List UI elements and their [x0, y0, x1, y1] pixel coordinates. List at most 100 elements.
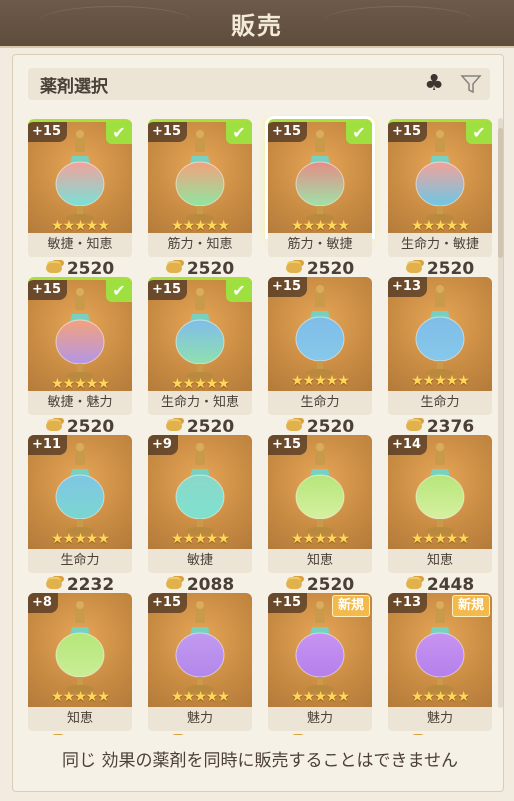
potion-card[interactable]: +15 ★★★★★ 魅力 2520 — [148, 593, 252, 735]
potion-level: +14 — [388, 435, 427, 455]
potion-art: +15 ★★★★★ — [148, 593, 252, 707]
star-rating: ★★★★★ — [291, 531, 350, 547]
price-value: 2448 — [426, 575, 475, 595]
potion-card[interactable]: +15 ✔ ★★★★★ 敏捷・魅力 2520 — [28, 277, 132, 437]
potion-level: +8 — [28, 593, 58, 613]
star-rating: ★★★★★ — [171, 689, 230, 705]
potion-art: +14 ★★★★★ — [388, 435, 492, 549]
potion-card[interactable]: +15 新規 ★★★★★ 魅力 2520 — [268, 593, 372, 735]
potion-art: +15 ★★★★★ — [268, 435, 372, 549]
potion-price: 2520 — [148, 417, 252, 437]
potion-card[interactable]: +13 新規 ★★★★★ 魅力 2376 — [388, 593, 492, 735]
coin-icon — [165, 263, 182, 273]
potion-card[interactable]: +15 ✔ ★★★★★ 筋力・知恵 2520 — [148, 119, 252, 279]
price-value: 2088 — [186, 575, 235, 595]
potion-art: +13 ★★★★★ — [388, 277, 492, 391]
club-icon[interactable]: ♣ — [424, 72, 444, 96]
scrollbar[interactable] — [498, 118, 503, 708]
price-value: 2520 — [307, 733, 354, 735]
coin-icon — [285, 579, 302, 589]
potion-effect-label: 知恵 — [268, 549, 372, 573]
potion-price: 2520 — [268, 575, 372, 595]
potion-effect-label: 敏捷 — [148, 549, 252, 573]
potion-price: 2448 — [388, 575, 492, 595]
coin-icon — [405, 421, 422, 431]
star-rating: ★★★★★ — [411, 531, 470, 547]
star-rating: ★★★★★ — [411, 218, 470, 234]
potion-card[interactable]: +15 ★★★★★ 生命力 2520 — [268, 277, 372, 437]
potion-art: +13 新規 ★★★★★ — [388, 593, 492, 707]
potion-art: +15 ★★★★★ — [268, 277, 372, 391]
new-badge: 新規 — [451, 595, 490, 617]
star-rating: ★★★★★ — [171, 218, 230, 234]
potion-level: +15 — [148, 122, 187, 142]
potion-effect-label: 生命力・敏捷 — [388, 233, 492, 257]
potion-card[interactable]: +15 ✔ ★★★★★ 敏捷・知恵 2520 — [28, 119, 132, 279]
potion-level: +15 — [388, 122, 427, 142]
potion-card[interactable]: +14 ★★★★★ 知恵 2448 — [388, 435, 492, 595]
coin-icon — [45, 579, 62, 589]
potion-card[interactable]: +11 ★★★★★ 生命力 2232 — [28, 435, 132, 595]
price-value: 2520 — [306, 575, 355, 595]
star-rating: ★★★★★ — [51, 531, 110, 547]
price-value: 2520 — [426, 259, 475, 279]
potion-art: +15 新規 ★★★★★ — [268, 593, 372, 707]
potion-card[interactable]: +13 ★★★★★ 生命力 2376 — [388, 277, 492, 437]
filter-icon[interactable] — [460, 73, 482, 95]
price-value: 2520 — [66, 259, 115, 279]
potion-price: 2376 — [388, 733, 492, 735]
potion-price: 2520 — [28, 417, 132, 437]
potion-art: +15 ✔ ★★★★★ — [268, 119, 372, 236]
potion-card[interactable]: +15 ✔ ★★★★★ 生命力・知恵 2520 — [148, 277, 252, 437]
price-value: 2520 — [66, 417, 115, 437]
potion-card[interactable]: +15 ✔ ★★★★★ 筋力・敏捷 2520 — [268, 119, 372, 279]
potion-card[interactable]: +15 ★★★★★ 知恵 2520 — [268, 435, 372, 595]
price-value: 2520 — [306, 417, 355, 437]
coin-icon — [165, 579, 182, 589]
check-icon: ✔ — [346, 122, 372, 144]
potion-level: +9 — [148, 435, 178, 455]
potion-effect-label: 敏捷・魅力 — [28, 391, 132, 415]
potion-price: 2520 — [388, 259, 492, 279]
check-icon: ✔ — [106, 122, 132, 144]
price-value: 2520 — [306, 259, 355, 279]
page-title: 販売 — [231, 12, 283, 40]
potion-art: +15 ✔ ★★★★★ — [148, 119, 252, 236]
coin-icon — [285, 421, 302, 431]
price-value: 2376 — [427, 733, 474, 735]
star-rating: ★★★★★ — [51, 376, 110, 392]
potion-level: +15 — [148, 280, 187, 300]
star-rating: ★★★★★ — [291, 689, 350, 705]
potion-level: +15 — [268, 122, 307, 142]
potion-price: 2520 — [268, 259, 372, 279]
star-rating: ★★★★★ — [51, 689, 110, 705]
potion-price: 2520 — [268, 733, 372, 735]
potion-price: 2088 — [148, 575, 252, 595]
price-value: 2376 — [426, 417, 475, 437]
potion-art: +15 ✔ ★★★★★ — [148, 277, 252, 394]
potion-card[interactable]: +9 ★★★★★ 敏捷 2088 — [148, 435, 252, 595]
potion-art: +9 ★★★★★ — [148, 435, 252, 549]
price-value: 2520 — [186, 259, 235, 279]
coin-icon — [165, 421, 182, 431]
scrollbar-thumb[interactable] — [498, 128, 503, 258]
potion-effect-label: 知恵 — [28, 707, 132, 731]
potion-effect-label: 敏捷・知恵 — [28, 233, 132, 257]
potion-level: +15 — [268, 277, 307, 297]
potion-price: 2520 — [148, 259, 252, 279]
coin-icon — [285, 263, 302, 273]
coin-icon — [45, 421, 62, 431]
potion-level: +15 — [28, 280, 67, 300]
potion-price: 2520 — [28, 259, 132, 279]
potion-effect-label: 魅力 — [268, 707, 372, 731]
potion-level: +15 — [148, 593, 187, 613]
star-rating: ★★★★★ — [171, 376, 230, 392]
potion-effect-label: 筋力・知恵 — [148, 233, 252, 257]
check-icon: ✔ — [466, 122, 492, 144]
potion-card[interactable]: +8 ★★★★★ 知恵 2016 — [28, 593, 132, 735]
check-icon: ✔ — [106, 280, 132, 302]
footer-notice: 同じ 効果の薬剤を同時に販売することはできません — [26, 736, 494, 784]
potion-level: +13 — [388, 277, 427, 297]
potion-effect-label: 生命力・知恵 — [148, 391, 252, 415]
potion-card[interactable]: +15 ✔ ★★★★★ 生命力・敏捷 2520 — [388, 119, 492, 279]
